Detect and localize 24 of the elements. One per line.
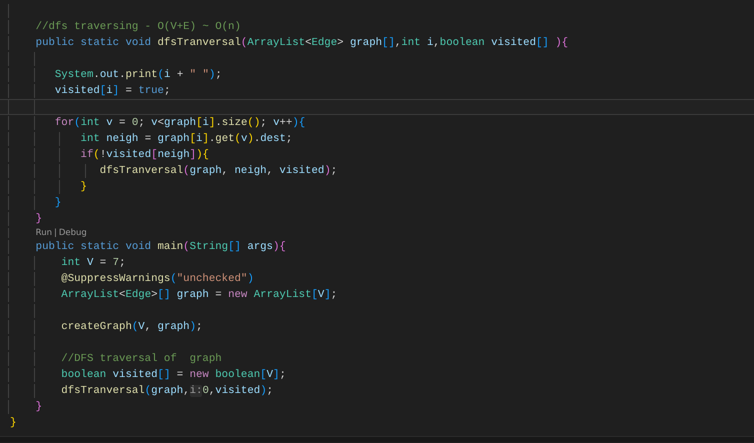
code-line: System.out.print(i + " "); [54, 68, 222, 82]
separator: | [54, 228, 57, 238]
code-line: public static void main(String[] args){ [34, 240, 286, 254]
code-line: } [34, 212, 42, 226]
code-line: } [34, 400, 42, 414]
code-line: for(int v = 0; v<graph[i].size(); v++){ [54, 116, 306, 130]
code-line: @SuppressWarnings("unchecked") [60, 272, 254, 286]
code-line: int neigh = graph[i].get(v).dest; [80, 132, 292, 146]
code-line: } [80, 180, 87, 194]
code-line: dfsTranversal(graph,i:0,visited); [60, 384, 274, 398]
codelens-link[interactable]: Run [36, 228, 52, 238]
code-line: ArrayList<Edge>[] graph = new ArrayList[V]; [60, 288, 338, 302]
code-line: //DFS traversal of graph [60, 352, 222, 366]
code-line: dfsTranversal(graph, neigh, visited); [98, 164, 338, 178]
code-line: //dfs traversing - O(V+E) ~ O(n) [34, 20, 241, 34]
code-line: boolean visited[] = new boolean[V]; [60, 368, 286, 382]
code-line: if(!visited[neigh]){ [80, 148, 209, 162]
code-line: } [54, 196, 62, 210]
code-line: int V = 7; [60, 256, 126, 270]
code-line: public static void dfsTranversal(ArrayList<Edge> graph[],int i,boolean visited[] ){ [34, 36, 568, 50]
code-line: } [10, 416, 16, 430]
codelens-link[interactable]: Debug [58, 228, 87, 238]
code-line: visited[i] = true; [54, 84, 170, 98]
code-line: createGraph(V, graph); [60, 320, 202, 334]
